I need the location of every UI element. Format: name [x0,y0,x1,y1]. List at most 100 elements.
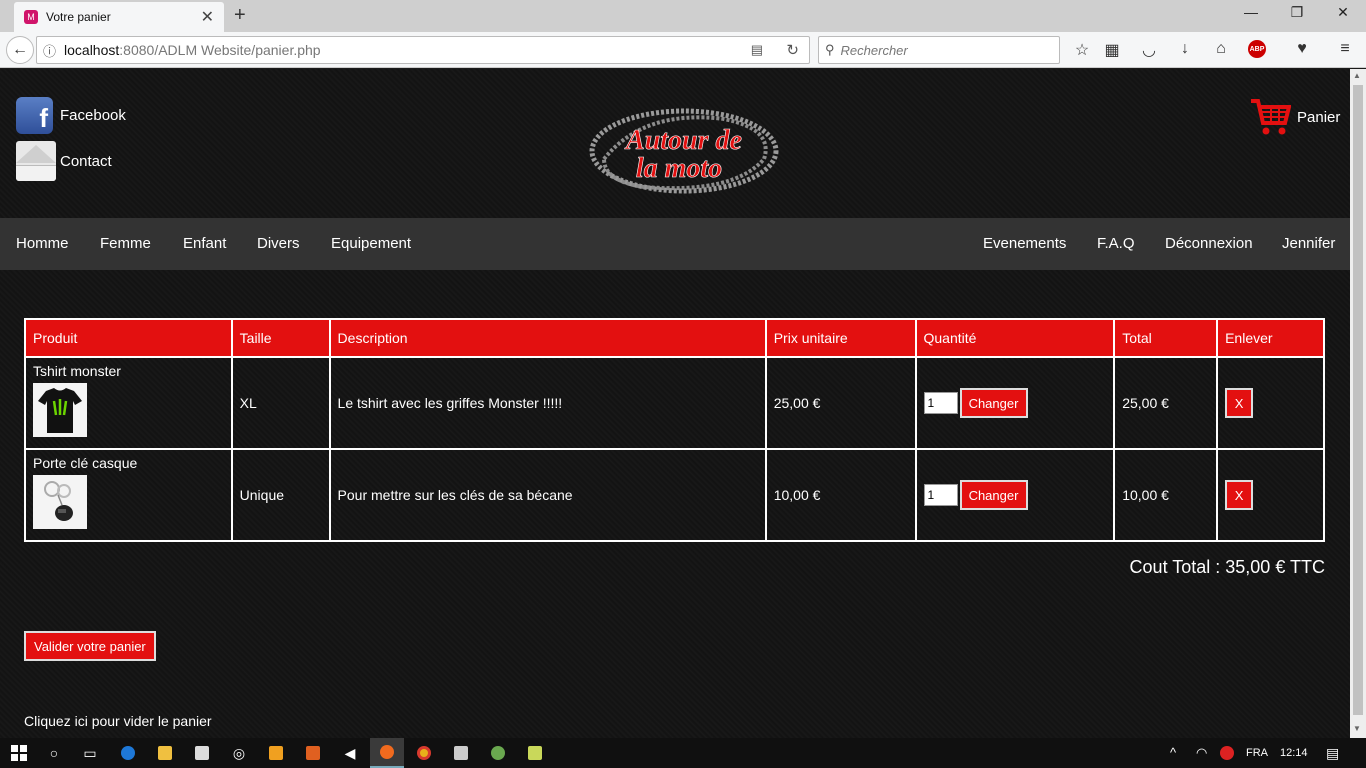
logo-text-line2: la moto [636,153,722,184]
change-quantity-button[interactable]: Changer [959,388,1028,418]
column-header: Produit [24,318,233,358]
bookmark-star-icon[interactable]: ☆ [1070,40,1094,60]
cart-link[interactable]: Panier [1249,97,1340,137]
product-name: Tshirt monster [33,363,121,379]
menu-item-divers[interactable]: Divers [257,218,300,270]
search-placeholder: Rechercher [840,42,908,58]
scroll-up-icon[interactable]: ▲ [1353,71,1361,80]
total-cell: 10,00 € [1113,448,1219,542]
menu-item-femme[interactable]: Femme [100,218,151,270]
menu-item-homme[interactable]: Homme [16,218,69,270]
size-cell: Unique [230,448,331,542]
cart-label: Panier [1297,108,1341,126]
extension-icon[interactable]: ♥ [1290,40,1314,58]
search-icon: ⚲ [825,42,835,57]
antivirus-icon[interactable] [1220,738,1234,768]
notepad-icon[interactable] [518,738,552,768]
adblock-icon[interactable]: ABP [1248,40,1266,58]
site-logo[interactable]: Autour de la moto [584,99,784,199]
filezilla-icon[interactable] [296,738,330,768]
product-name: Porte clé casque [33,455,138,471]
os-taskbar: ○ ▭ ◎ ◀ ^ ◠ FRA 12:14 ▤ [0,738,1366,768]
logo-text-line1: Autour de [624,125,742,156]
restore-icon[interactable]: ❐ [1274,4,1320,21]
menu-item-evenements[interactable]: Evenements [983,218,1066,270]
empty-cart-link[interactable]: Cliquez ici pour vider le panier [24,713,212,729]
table-row: Porte clé casque Unique Pour mettre sur … [24,448,1325,542]
main-menu: Homme Femme Enfant Divers Equipement Eve… [0,218,1350,270]
address-bar[interactable]: ⓘ localhost :8080/ADLM Website/panier.ph… [36,36,810,64]
pocket-icon[interactable]: ◡ [1137,40,1161,60]
notifications-icon[interactable]: ▤ [1326,738,1339,768]
contact-link[interactable]: Contact [16,141,112,181]
chrome-icon[interactable] [407,738,441,768]
language-indicator[interactable]: FRA [1246,738,1268,768]
wamp-icon[interactable] [444,738,478,768]
tray-expand-icon[interactable]: ^ [1170,738,1176,768]
windows-start-icon[interactable] [2,738,36,768]
quantity-cell: Changer [914,356,1116,450]
column-header: Taille [230,318,331,358]
reload-icon[interactable]: ↻ [786,41,799,59]
table-row: Tshirt monster XL Le tshirt avec les gri… [24,356,1325,450]
wifi-icon[interactable]: ◠ [1196,738,1207,768]
paint-icon[interactable] [481,738,515,768]
firefox-icon[interactable] [370,738,404,768]
validate-cart-button[interactable]: Valider votre panier [24,631,156,661]
home-icon[interactable]: ⌂ [1209,40,1233,58]
quantity-input[interactable] [923,392,958,414]
new-tab-icon[interactable]: + [234,4,246,27]
unit-price-cell: 10,00 € [764,448,917,542]
product-cell: Porte clé casque [24,448,233,542]
edge-icon[interactable] [111,738,145,768]
url-host: localhost [64,42,120,58]
browser-tab-bar: M Votre panier ✕ + — ❐ ✕ [0,0,1366,32]
back-arrow-icon[interactable]: ← [6,36,34,64]
remove-item-button[interactable]: X [1225,388,1254,418]
minimize-icon[interactable]: — [1228,4,1274,20]
search-input[interactable]: ⚲ Rechercher [818,36,1060,64]
task-view-icon[interactable]: ▭ [73,738,107,768]
menu-hamburger-icon[interactable]: ≡ [1333,40,1357,58]
change-quantity-button[interactable]: Changer [959,480,1028,510]
visual-studio-icon[interactable]: ◀ [333,738,367,768]
remove-item-button[interactable]: X [1225,480,1254,510]
tab-title: Votre panier [46,10,111,24]
menu-item-equipement[interactable]: Equipement [331,218,411,270]
scrollbar-thumb[interactable] [1353,85,1363,715]
contact-label: Contact [60,152,112,170]
downloads-icon[interactable]: ↓ [1173,40,1197,58]
column-header: Quantité [914,318,1116,358]
description-cell: Pour mettre sur les clés de sa bécane [328,448,767,542]
product-cell: Tshirt monster [24,356,233,450]
reader-view-icon[interactable]: ▤ [751,42,763,58]
facebook-link[interactable]: f Facebook [16,97,126,134]
reading-list-icon[interactable]: ▦ [1100,40,1124,60]
page-content: f Facebook Contact Autour de la moto Pan… [0,69,1350,738]
store-icon[interactable] [185,738,219,768]
file-explorer-icon[interactable] [148,738,182,768]
menu-item-faq[interactable]: F.A.Q [1097,218,1135,270]
total-cell: 25,00 € [1113,356,1219,450]
clock[interactable]: 12:14 [1280,738,1308,768]
browser-toolbar: ← ⓘ localhost :8080/ADLM Website/panier.… [0,32,1366,68]
video-app-icon[interactable] [259,738,293,768]
facebook-label: Facebook [60,107,126,124]
column-header: Enlever [1216,318,1325,358]
cart-total: Cout Total : 35,00 € TTC [1129,557,1325,577]
cortana-search-icon[interactable]: ○ [37,738,71,768]
scroll-down-icon[interactable]: ▼ [1353,724,1361,733]
info-icon[interactable]: ⓘ [43,41,56,60]
window-close-icon[interactable]: ✕ [1320,4,1366,21]
unit-price-cell: 25,00 € [764,356,917,450]
page-scrollbar[interactable]: ▲ ▼ [1350,69,1366,738]
quantity-input[interactable] [923,484,958,506]
column-header: Total [1113,318,1219,358]
browser-tab[interactable]: M Votre panier ✕ [14,2,224,32]
menu-item-deconnexion[interactable]: Déconnexion [1165,218,1253,270]
menu-item-user[interactable]: Jennifer [1282,218,1335,270]
cart-table: Produit Taille Description Prix unitaire… [24,318,1325,542]
media-icon[interactable]: ◎ [222,738,256,768]
tab-close-icon[interactable]: ✕ [201,7,214,27]
menu-item-enfant[interactable]: Enfant [183,218,226,270]
